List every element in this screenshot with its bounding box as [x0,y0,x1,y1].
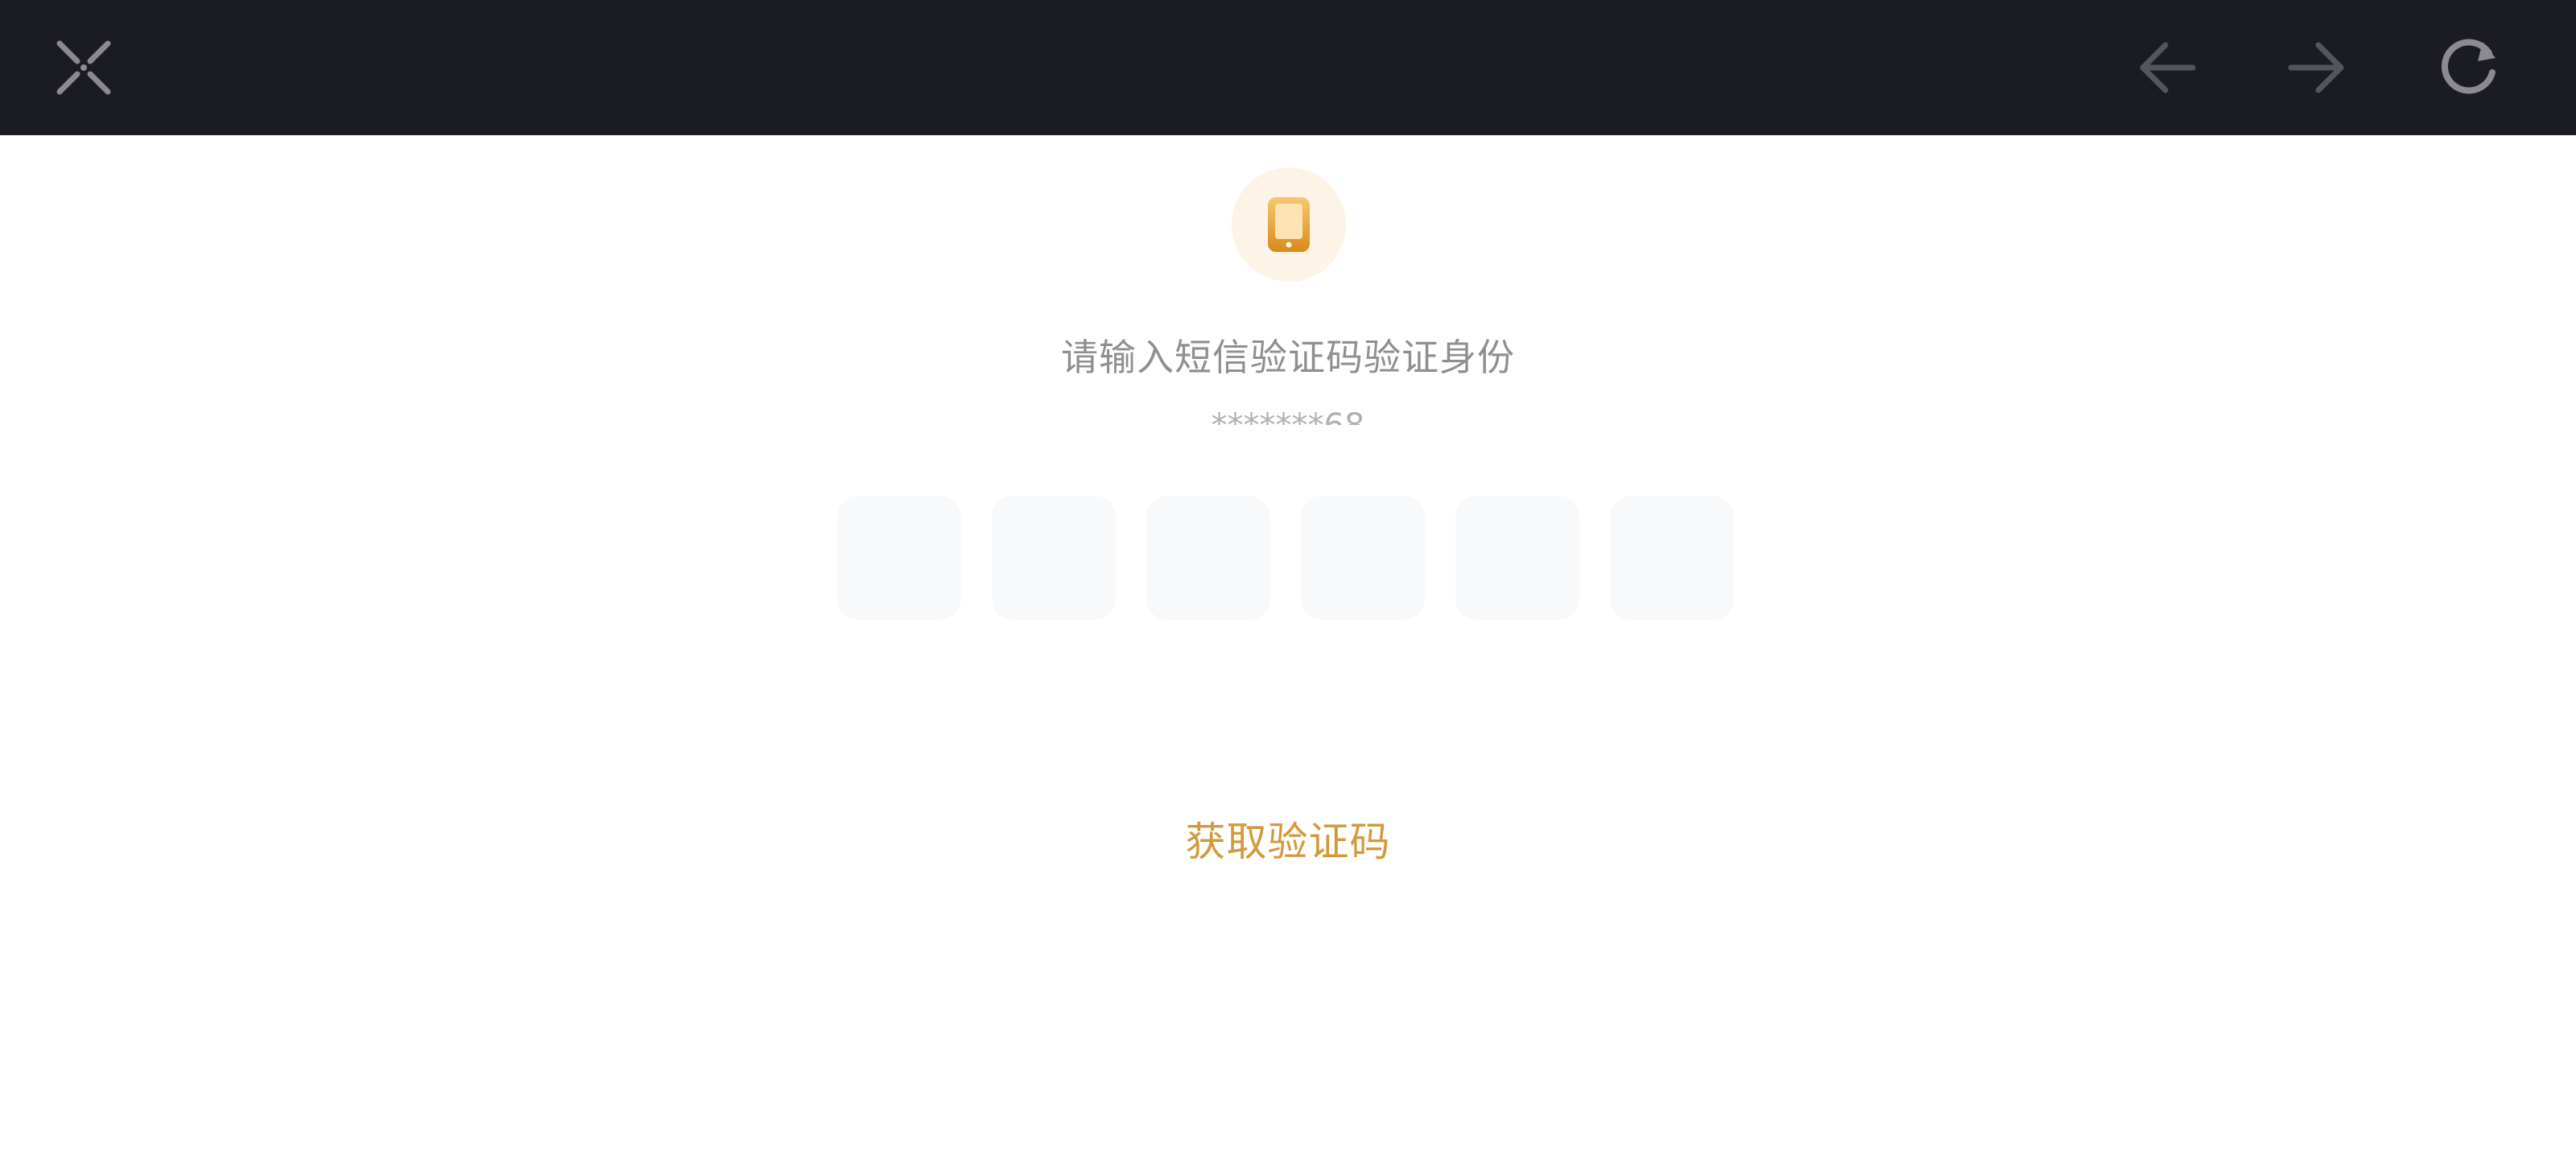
code-digit-4[interactable] [1301,496,1425,620]
code-digit-2[interactable] [992,496,1116,620]
arrow-left-icon [2140,42,2196,93]
close-button[interactable] [43,27,124,108]
back-button[interactable] [2127,27,2207,108]
code-digit-1[interactable] [837,496,961,620]
refresh-button[interactable] [2428,27,2508,108]
code-digit-3[interactable] [1146,496,1270,620]
phone-icon-badge [1232,167,1346,282]
verification-panel: 请输入短信验证码验证身份 *******68 获取验证码 [0,135,2576,1159]
forward-button[interactable] [2277,27,2357,108]
top-toolbar [0,0,2576,135]
code-digit-5[interactable] [1455,496,1579,620]
close-icon [56,40,111,95]
arrow-right-icon [2288,42,2344,93]
phone-icon [1268,197,1310,252]
masked-phone-number: *******68 [0,404,2576,425]
code-input-group [837,496,1734,620]
get-code-button[interactable]: 获取验证码 [0,810,2576,868]
code-digit-6[interactable] [1610,496,1734,620]
refresh-icon [2441,39,2496,94]
verification-prompt: 请输入短信验证码验证身份 [1061,336,1515,379]
